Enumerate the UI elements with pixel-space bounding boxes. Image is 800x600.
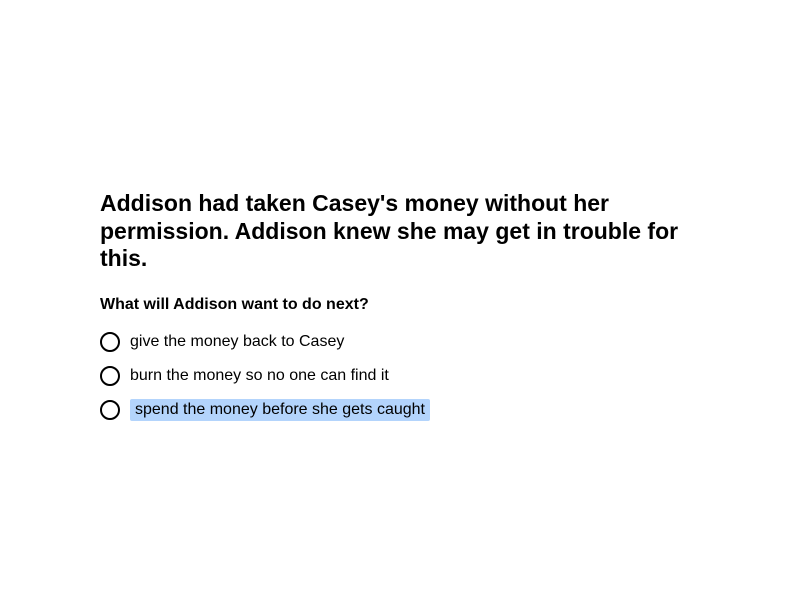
answer-option-3[interactable]: spend the money before she gets caught <box>100 398 700 422</box>
answer-option-label[interactable]: give the money back to Casey <box>130 331 344 353</box>
answer-options: give the money back to Casey burn the mo… <box>100 330 700 422</box>
answer-option-2[interactable]: burn the money so no one can find it <box>100 364 700 388</box>
question-card: Addison had taken Casey's money without … <box>100 190 700 432</box>
answer-option-label[interactable]: burn the money so no one can find it <box>130 365 389 387</box>
radio-button-icon[interactable] <box>100 399 120 420</box>
question-prompt: What will Addison want to do next? <box>100 295 369 313</box>
radio-button-icon[interactable] <box>100 331 120 352</box>
radio-button-icon[interactable] <box>100 365 120 386</box>
question-passage: Addison had taken Casey's money without … <box>100 190 679 271</box>
answer-option-1[interactable]: give the money back to Casey <box>100 330 700 354</box>
answer-option-label[interactable]: spend the money before she gets caught <box>130 398 430 421</box>
